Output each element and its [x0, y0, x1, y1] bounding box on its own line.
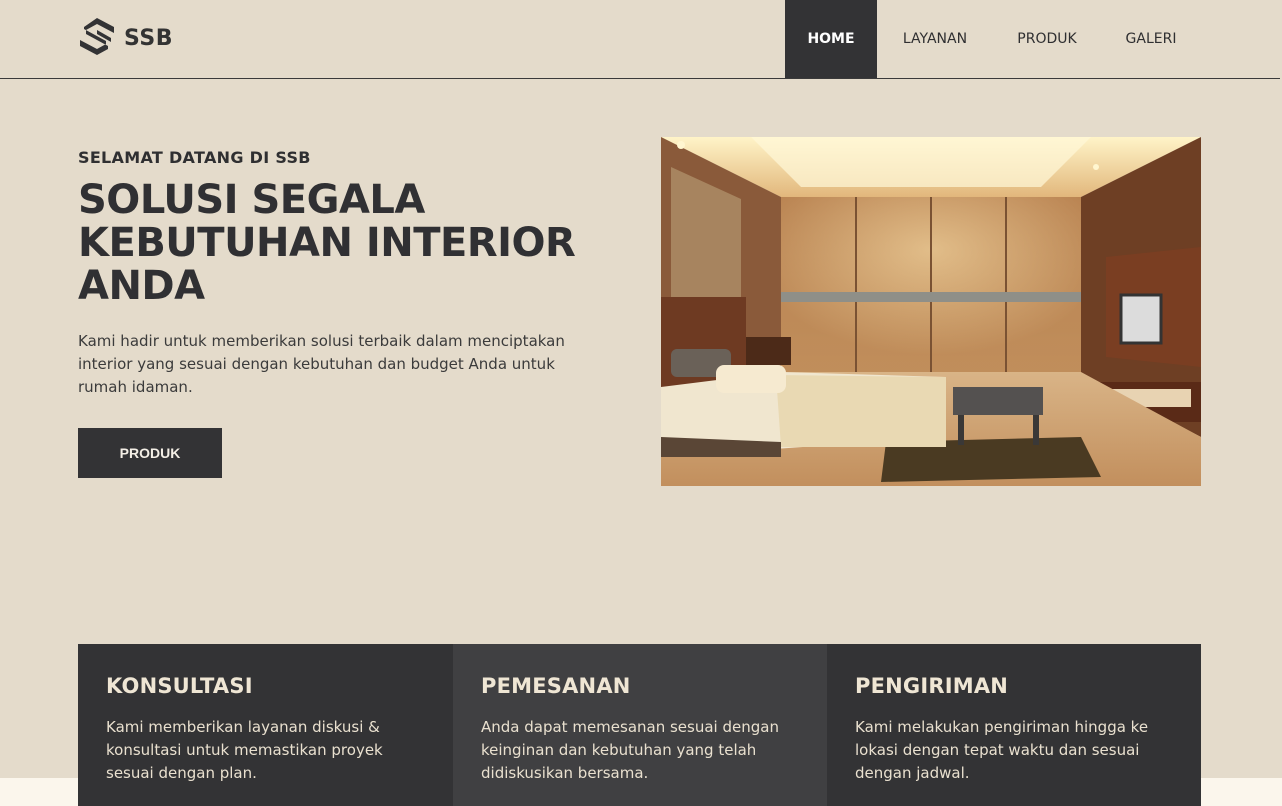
brand-name: SSB	[124, 25, 173, 51]
produk-button[interactable]: PRODUK	[78, 428, 222, 478]
hero-description: Kami hadir untuk memberikan solusi terba…	[78, 332, 565, 396]
bedroom-interior-image	[661, 137, 1201, 486]
service-title: KONSULTASI	[106, 674, 253, 698]
service-pengiriman: PENGIRIMAN Kami melakukan pengiriman hin…	[827, 644, 1201, 806]
service-description: Kami memberikan layanan diskusi & konsul…	[106, 718, 383, 782]
nav-produk[interactable]: PRODUK	[993, 0, 1101, 78]
service-description: Anda dapat memesanan sesuai dengan keing…	[481, 718, 779, 782]
service-konsultasi: KONSULTASI Kami memberikan layanan disku…	[78, 644, 453, 806]
nav-home[interactable]: HOME	[785, 0, 877, 78]
brand-logo[interactable]: SSB	[78, 17, 173, 59]
hero-eyebrow: SELAMAT DATANG DI SSB	[78, 148, 311, 167]
services-section: KONSULTASI Kami memberikan layanan disku…	[78, 644, 1201, 806]
nav-layanan[interactable]: LAYANAN	[877, 0, 993, 78]
nav-galeri[interactable]: GALERI	[1101, 0, 1201, 78]
navbar: SSB HOME LAYANAN PRODUK GALERI	[0, 0, 1280, 79]
service-title: PENGIRIMAN	[855, 674, 1009, 698]
main-nav: HOME LAYANAN PRODUK GALERI	[785, 0, 1201, 78]
service-title: PEMESANAN	[481, 674, 631, 698]
hero-section: SELAMAT DATANG DI SSB SOLUSI SEGALA KEBU…	[78, 148, 618, 399]
ssb-logo-icon	[80, 18, 114, 55]
service-description: Kami melakukan pengiriman hingga ke loka…	[855, 718, 1149, 782]
hero-title: SOLUSI SEGALA KEBUTUHAN INTERIOR ANDA	[78, 177, 576, 309]
service-pemesanan: PEMESANAN Anda dapat memesanan sesuai de…	[453, 644, 827, 806]
